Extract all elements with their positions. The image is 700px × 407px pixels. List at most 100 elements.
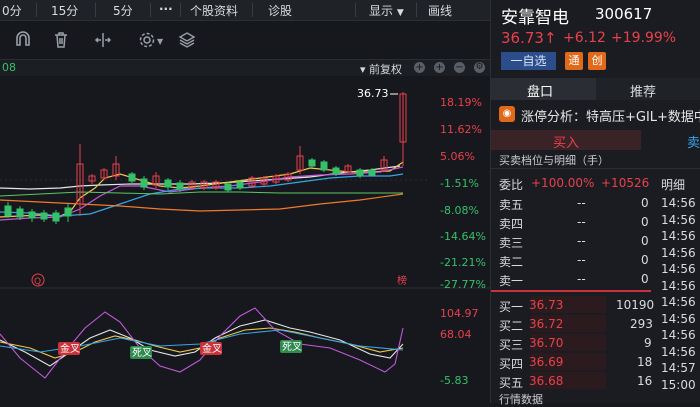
divider [355,3,356,17]
kline-chart[interactable]: 36.73 18.19% 11.62% 5.06% -1.51% -8.08% … [0,76,490,403]
settings-gear-icon[interactable]: ⚙ [474,62,485,73]
divider [36,3,37,17]
adjust-mode-select[interactable]: ▾ 前复权 [360,61,402,77]
display-menu[interactable]: 显示 ▼ [369,2,404,19]
level-price: 36.70 [529,336,564,350]
pct-label: -27.77% [440,278,486,291]
detail-time: 14:56 [661,262,696,276]
level-label: 卖五 [499,198,524,212]
orderbook-title: 买卖档位与明细（手） [499,154,609,167]
level-volume: 0 [641,272,649,286]
detail-column-header: 明细 [661,178,686,192]
level-label: 买二 [499,319,524,333]
detail-time: 14:56 [661,196,696,210]
tab-timeframe-minute[interactable]: 0分 [2,2,22,19]
stock-change-pct: +19.99% [611,30,677,46]
divider [416,3,417,17]
add-watchlist-button[interactable]: 一自选 [501,52,556,70]
add-indicator-icon[interactable]: + [434,62,445,73]
detail-time: 14:56 [661,245,696,260]
tab-pankou[interactable]: 盘口 [491,78,596,100]
divider [252,3,253,17]
detail-time: 14:56 [661,212,696,227]
buy-tab[interactable]: 买入 [491,130,641,151]
gear-icon[interactable] [138,31,156,49]
timeframe-bar: 0分 15分 5分 ··· 个股资料 诊股 显示 ▼ 画线 [0,0,490,21]
magnet-icon[interactable] [14,31,32,49]
zoom-in-icon[interactable]: + [414,62,425,73]
display-label: 显示 [369,4,394,18]
ratio-diff: +10526 [601,176,650,190]
pct-label: -14.64% [440,230,486,243]
tab-timeframe-15min[interactable]: 15分 [51,2,78,19]
level-label: 买一 [499,300,524,314]
limit-up-analysis[interactable]: 涨停分析：特高压+GIL+数据中 [521,106,700,125]
level-label: 买五 [499,376,524,390]
level-price: -- [577,215,586,229]
tab-recommend-label: 推荐 [630,85,657,100]
pct-label: -1.51% [440,177,479,190]
fit-width-icon[interactable] [94,31,112,49]
draw-line-button[interactable]: 画线 [428,2,452,19]
level-volume: 0 [641,234,649,248]
detail-time: 14:56 [661,344,696,359]
detail-time: 14:56 [661,295,696,309]
kdj-low-value: -5.83 [440,374,468,387]
tab-pankou-label: 盘口 [527,85,554,100]
stock-price: 36.73↑ [501,29,557,47]
tab-recommend[interactable]: 推荐 [596,78,700,100]
stock-code: 300617 [595,5,653,23]
level-price: -- [577,272,586,286]
level-price: -- [577,196,586,210]
kdj-mid-value: 68.04 [440,328,472,341]
detail-time: 14:56 [661,229,696,243]
detail-time: 15:00 [661,377,696,392]
level-volume: 10190 [616,298,655,312]
level-volume: 0 [641,196,649,210]
detail-time: 14:56 [661,311,696,326]
level-price: -- [577,234,586,248]
pct-label: 11.62% [440,123,482,136]
tong-tag[interactable]: 通 [565,52,583,70]
level-label: 买四 [499,357,524,371]
limit-up-icon: ◉ [499,106,515,122]
chart-toolbar: ▼ [0,21,490,59]
level-volume: 16 [637,374,653,388]
chuang-tag[interactable]: 创 [588,52,606,70]
last-price-label: 36.73 [357,87,389,100]
level-price: 36.72 [529,317,564,331]
death-cross-badge: 死叉 [132,347,152,359]
kdj-top-value: 104.97 [440,307,479,320]
pct-label: -8.08% [440,204,479,217]
layers-icon[interactable] [178,31,196,49]
sell-tab[interactable]: 卖 [687,132,700,151]
rank-marker[interactable]: 榜 [397,274,407,287]
level-label: 卖四 [499,217,524,231]
level-volume: 293 [630,317,653,331]
chevron-down-icon[interactable]: ▼ [157,37,163,46]
spread-divider [491,290,651,292]
diagnose-button[interactable]: 诊股 [268,2,292,19]
chevron-down-icon: ▼ [396,8,404,18]
zoom-out-icon[interactable]: − [454,62,465,73]
level-price: 36.73 [529,298,564,312]
ratio-label: 委比 [499,178,524,192]
level-volume: 9 [644,336,652,350]
detail-time: 14:56 [661,328,696,342]
level-price: 36.69 [529,355,564,369]
pct-label: 5.06% [440,150,475,163]
divider [95,3,96,17]
golden-cross-badge: 金叉 [202,342,222,355]
level-volume: 0 [641,253,649,267]
ratio-pct: +100.00% [531,176,595,190]
level-volume: 18 [637,355,653,369]
level-label: 卖一 [499,274,524,288]
tab-timeframe-5min[interactable]: 5分 [113,2,133,19]
q-marker[interactable]: Q [34,277,41,287]
more-timeframes-button[interactable]: ··· [159,2,173,16]
stock-info-button[interactable]: 个股资料 [190,2,238,19]
trash-icon[interactable] [52,31,70,49]
stock-change: +6.12 [563,30,606,46]
stock-panel: 安靠智电 300617 36.73↑ +6.12 +19.99% 一自选 通 创… [490,0,700,406]
level-volume: 0 [641,215,649,229]
